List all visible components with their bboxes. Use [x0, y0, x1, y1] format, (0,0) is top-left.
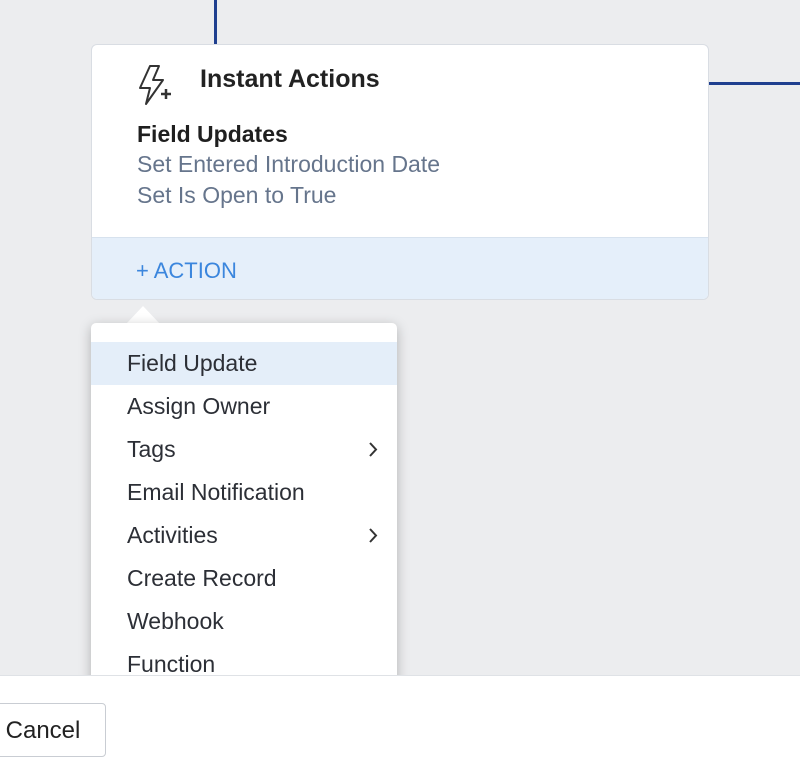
menu-item-label: Assign Owner	[127, 393, 271, 419]
menu-item-label: Activities	[127, 522, 218, 548]
instant-actions-card: Instant Actions Field Updates Set Entere…	[91, 44, 709, 300]
menu-item-label: Webhook	[127, 608, 224, 634]
dropdown-caret	[126, 306, 160, 324]
instant-action-icon	[139, 65, 171, 105]
menu-item-field-update[interactable]: Field Update	[91, 342, 397, 385]
field-updates-heading: Field Updates	[137, 121, 288, 147]
menu-item-webhook[interactable]: Webhook	[91, 600, 397, 643]
flow-connector-right	[709, 82, 800, 85]
chevron-right-icon	[369, 442, 378, 457]
add-action-button[interactable]: + ACTION	[136, 258, 237, 284]
cancel-button[interactable]: Cancel	[0, 703, 106, 757]
bottom-action-bar	[0, 675, 800, 769]
menu-item-email-notification[interactable]: Email Notification	[91, 471, 397, 514]
menu-item-create-record[interactable]: Create Record	[91, 557, 397, 600]
menu-item-label: Email Notification	[127, 479, 305, 505]
menu-item-assign-owner[interactable]: Assign Owner	[91, 385, 397, 428]
card-title: Instant Actions	[200, 65, 380, 93]
menu-item-label: Create Record	[127, 565, 277, 591]
flow-connector-top	[214, 0, 217, 44]
menu-item-label: Function	[127, 651, 216, 677]
menu-item-tags[interactable]: Tags	[91, 428, 397, 471]
field-update-item[interactable]: Set Is Open to True	[137, 182, 336, 209]
menu-item-label: Field Update	[127, 350, 258, 376]
menu-item-label: Tags	[127, 436, 176, 462]
field-update-item[interactable]: Set Entered Introduction Date	[137, 151, 440, 178]
menu-item-activities[interactable]: Activities	[91, 514, 397, 557]
card-footer: + ACTION	[92, 237, 708, 299]
chevron-right-icon	[369, 528, 378, 543]
